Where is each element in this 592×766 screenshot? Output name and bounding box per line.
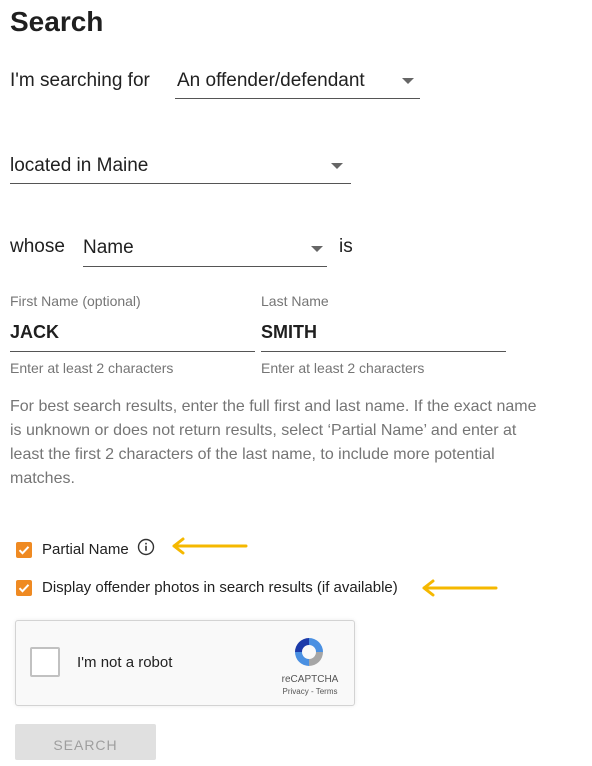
- partial-name-label: Partial Name: [42, 541, 129, 558]
- arrow-left-icon: [172, 537, 248, 555]
- searching-for-value: An offender/defendant: [177, 70, 365, 91]
- recaptcha-brand: reCAPTCHA: [281, 674, 339, 685]
- first-name-hint: Enter at least 2 characters: [10, 360, 174, 376]
- first-name-label: First Name (optional): [10, 293, 141, 309]
- partial-name-option[interactable]: Partial Name: [16, 538, 155, 561]
- help-line: is unknown or does not return results, s…: [10, 422, 517, 439]
- chevron-down-icon: [402, 78, 414, 84]
- info-icon[interactable]: [137, 538, 155, 561]
- first-name-underline: [10, 351, 255, 352]
- recaptcha-logo-icon: [295, 638, 323, 666]
- location-value: located in Maine: [10, 155, 149, 176]
- search-by-select[interactable]: Name: [83, 234, 327, 267]
- checkmark-icon: [18, 545, 30, 555]
- partial-name-checkbox[interactable]: [16, 541, 32, 558]
- chevron-down-icon: [311, 246, 323, 252]
- recaptcha-widget: I'm not a robot reCAPTCHA Privacy - Term…: [15, 620, 355, 706]
- last-name-underline: [261, 351, 506, 352]
- search-by-value: Name: [83, 237, 134, 258]
- whose-label: whose: [10, 236, 65, 257]
- recaptcha-checkbox[interactable]: [30, 647, 60, 677]
- searching-for-select[interactable]: An offender/defendant: [175, 68, 420, 99]
- arrow-left-icon: [422, 579, 498, 597]
- location-select[interactable]: located in Maine: [10, 153, 351, 184]
- last-name-hint: Enter at least 2 characters: [261, 360, 425, 376]
- is-label: is: [339, 236, 353, 257]
- recaptcha-label: I'm not a robot: [77, 654, 173, 671]
- checkmark-icon: [18, 583, 30, 593]
- recaptcha-privacy-terms-link[interactable]: Privacy - Terms: [274, 687, 346, 696]
- last-name-field[interactable]: SMITH: [261, 316, 506, 352]
- search-button[interactable]: SEARCH: [15, 724, 156, 760]
- help-line: For best search results, enter the full …: [10, 398, 537, 415]
- chevron-down-icon: [331, 163, 343, 169]
- searching-for-label: I'm searching for: [10, 70, 150, 91]
- first-name-value: JACK: [10, 322, 60, 342]
- search-help-text: For best search results, enter the full …: [10, 395, 590, 491]
- last-name-value: SMITH: [261, 322, 317, 342]
- page-title: Search: [10, 6, 104, 37]
- first-name-field[interactable]: JACK: [10, 316, 255, 352]
- display-photos-label: Display offender photos in search result…: [42, 579, 398, 596]
- help-line: least the first 2 characters of the last…: [10, 446, 495, 463]
- last-name-label: Last Name: [261, 293, 329, 309]
- display-photos-checkbox[interactable]: [16, 579, 32, 596]
- display-photos-option[interactable]: Display offender photos in search result…: [16, 579, 398, 596]
- help-line: matches.: [10, 470, 75, 487]
